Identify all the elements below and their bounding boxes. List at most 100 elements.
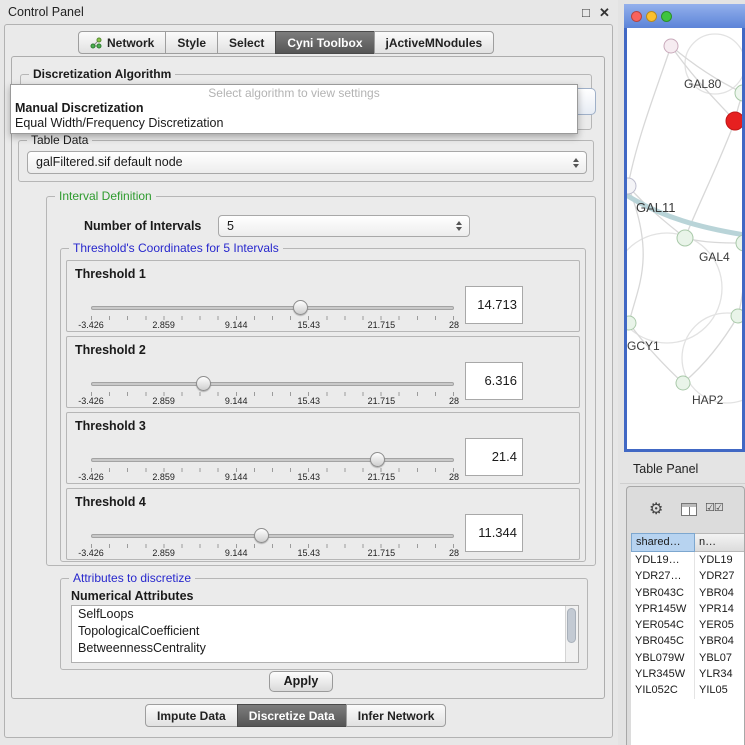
table-row[interactable]: YPR145W YPR14 <box>631 601 745 617</box>
slider-thumb[interactable] <box>370 452 385 467</box>
slider-track[interactable] <box>91 306 454 310</box>
table-row[interactable]: YIL052C YIL05 <box>631 682 745 698</box>
scale-tick-label: 28 <box>449 472 459 482</box>
dropdown-option-manual-discretization[interactable]: Manual Discretization <box>11 100 577 115</box>
threshold-2-slider[interactable]: -3.426 2.859 9.144 15.43 21.715 28 <box>91 373 454 407</box>
table-row[interactable]: YBR043C YBR04 <box>631 585 745 601</box>
table-cell[interactable]: YBR04 <box>695 585 745 601</box>
node-label-gal4: GAL4 <box>699 250 730 264</box>
scale-tick-label: 21.715 <box>368 472 396 482</box>
number-of-intervals-combobox[interactable]: 5 <box>218 215 470 237</box>
network-icon <box>90 37 102 49</box>
tab-infer-network[interactable]: Infer Network <box>346 704 447 727</box>
table-row[interactable]: YLR345W YLR34 <box>631 666 745 682</box>
network-node[interactable] <box>627 316 636 330</box>
network-node[interactable] <box>676 376 690 390</box>
node-table: shared… n… YDL19… YDL19 YDR27… YDR27 YBR… <box>631 533 745 745</box>
float-window-icon[interactable]: □ <box>582 5 590 20</box>
tab-select[interactable]: Select <box>217 31 276 54</box>
network-node[interactable] <box>664 39 678 53</box>
table-cell[interactable]: YIL05 <box>695 682 745 698</box>
slider-thumb[interactable] <box>254 528 269 543</box>
network-window-titlebar[interactable] <box>624 4 745 28</box>
table-cell[interactable]: YER05 <box>695 617 745 633</box>
network-node[interactable] <box>627 178 636 194</box>
bottom-tab-bar: Impute Data Discretize Data Infer Networ… <box>145 704 446 727</box>
interval-definition-title: Interval Definition <box>55 189 156 203</box>
numerical-attributes-list[interactable]: SelfLoops TopologicalCoefficient Between… <box>71 605 579 663</box>
slider-thumb[interactable] <box>293 300 308 315</box>
threshold-1-slider[interactable]: -3.426 2.859 9.144 15.43 21.715 28 <box>91 297 454 331</box>
network-node-selected[interactable] <box>726 112 742 130</box>
minimize-traffic-light-icon[interactable] <box>646 11 657 22</box>
slider-track[interactable] <box>91 382 454 386</box>
table-cell[interactable]: YBR043C <box>631 585 695 601</box>
threshold-4-value-field[interactable]: 11.344 <box>465 514 523 552</box>
table-cell[interactable]: YLR34 <box>695 666 745 682</box>
close-traffic-light-icon[interactable] <box>631 11 642 22</box>
table-cell[interactable]: YIL052C <box>631 682 695 698</box>
combobox-stepper-icon[interactable] <box>452 218 465 234</box>
scale-tick-label: 9.144 <box>225 548 248 558</box>
tab-discretize-data[interactable]: Discretize Data <box>237 704 347 727</box>
table-row[interactable]: YDR27… YDR27 <box>631 568 745 584</box>
tab-network[interactable]: Network <box>78 31 166 54</box>
table-cell[interactable]: YBR045C <box>631 633 695 649</box>
list-scrollbar[interactable] <box>565 606 578 662</box>
network-node[interactable] <box>677 230 693 246</box>
slider-thumb[interactable] <box>196 376 211 391</box>
dropdown-hint-option[interactable]: Select algorithm to view settings <box>11 85 577 100</box>
list-item-selfloops[interactable]: SelfLoops <box>72 606 578 623</box>
close-icon[interactable]: ✕ <box>599 5 610 21</box>
threshold-4-slider[interactable]: -3.426 2.859 9.144 15.43 21.715 28 <box>91 525 454 559</box>
table-cell[interactable]: YBL079W <box>631 650 695 666</box>
slider-scale: -3.426 2.859 9.144 15.43 21.715 28 <box>91 396 454 406</box>
table-cell[interactable]: YER054C <box>631 617 695 633</box>
network-node[interactable] <box>731 309 742 323</box>
table-cell[interactable]: YLR345W <box>631 666 695 682</box>
tab-style[interactable]: Style <box>165 31 218 54</box>
tab-cyni-toolbox[interactable]: Cyni Toolbox <box>275 31 374 54</box>
table-row[interactable]: YDL19… YDL19 <box>631 552 745 568</box>
table-cell[interactable]: YPR14 <box>695 601 745 617</box>
select-columns-checkboxes-icon[interactable]: ☑☑ <box>705 501 723 514</box>
table-row[interactable]: YBL079W YBL07 <box>631 650 745 666</box>
table-cell[interactable]: YBL07 <box>695 650 745 666</box>
algorithm-dropdown-popup: Select algorithm to view settings Manual… <box>10 84 578 134</box>
slider-track[interactable] <box>91 534 454 538</box>
threshold-2-value-field[interactable]: 6.316 <box>465 362 523 400</box>
threshold-1-value-field[interactable]: 14.713 <box>465 286 523 324</box>
table-row[interactable]: YER054C YER05 <box>631 617 745 633</box>
table-cell[interactable]: YDL19… <box>631 552 695 568</box>
table-data-combobox[interactable]: galFiltered.sif default node <box>27 151 587 174</box>
combobox-stepper-icon[interactable] <box>569 155 582 171</box>
network-canvas[interactable]: GAL80 GAL11 GAL4 GCY1 HAP2 <box>627 28 742 449</box>
tab-jactivemodules[interactable]: jActiveMNodules <box>374 31 495 54</box>
dropdown-option-equal-width[interactable]: Equal Width/Frequency Discretization <box>11 115 577 130</box>
list-item-topologicalcoefficient[interactable]: TopologicalCoefficient <box>72 623 578 640</box>
table-cell[interactable]: YDR27… <box>631 568 695 584</box>
network-node[interactable] <box>736 235 742 251</box>
scrollbar-thumb[interactable] <box>567 608 576 643</box>
list-item-betweennesscentrality[interactable]: BetweennessCentrality <box>72 640 578 657</box>
threshold-3-value-field[interactable]: 21.4 <box>465 438 523 476</box>
control-panel-tab-bar: Network Style Select Cyni Toolbox jActiv… <box>78 31 494 54</box>
apply-button[interactable]: Apply <box>269 671 333 692</box>
numerical-attributes-label: Numerical Attributes <box>71 589 193 603</box>
threshold-3-panel: Threshold 3 -3.426 2.859 9.144 15.43 21.… <box>66 412 580 484</box>
table-cell[interactable]: YDR27 <box>695 568 745 584</box>
column-header-name[interactable]: n… <box>695 533 745 552</box>
table-row[interactable]: YBR045C YBR04 <box>631 633 745 649</box>
tab-impute-data[interactable]: Impute Data <box>145 704 238 727</box>
table-cell[interactable]: YPR145W <box>631 601 695 617</box>
threshold-3-slider[interactable]: -3.426 2.859 9.144 15.43 21.715 28 <box>91 449 454 483</box>
zoom-traffic-light-icon[interactable] <box>661 11 672 22</box>
column-header-shared-name[interactable]: shared… <box>631 533 695 552</box>
slider-track[interactable] <box>91 458 454 462</box>
table-cell[interactable]: YDL19 <box>695 552 745 568</box>
table-cell[interactable]: YBR04 <box>695 633 745 649</box>
network-node[interactable] <box>735 85 742 101</box>
tab-impute-data-label: Impute Data <box>157 709 226 723</box>
columns-icon[interactable] <box>681 503 697 516</box>
gear-icon[interactable]: ⚙ <box>649 499 663 519</box>
